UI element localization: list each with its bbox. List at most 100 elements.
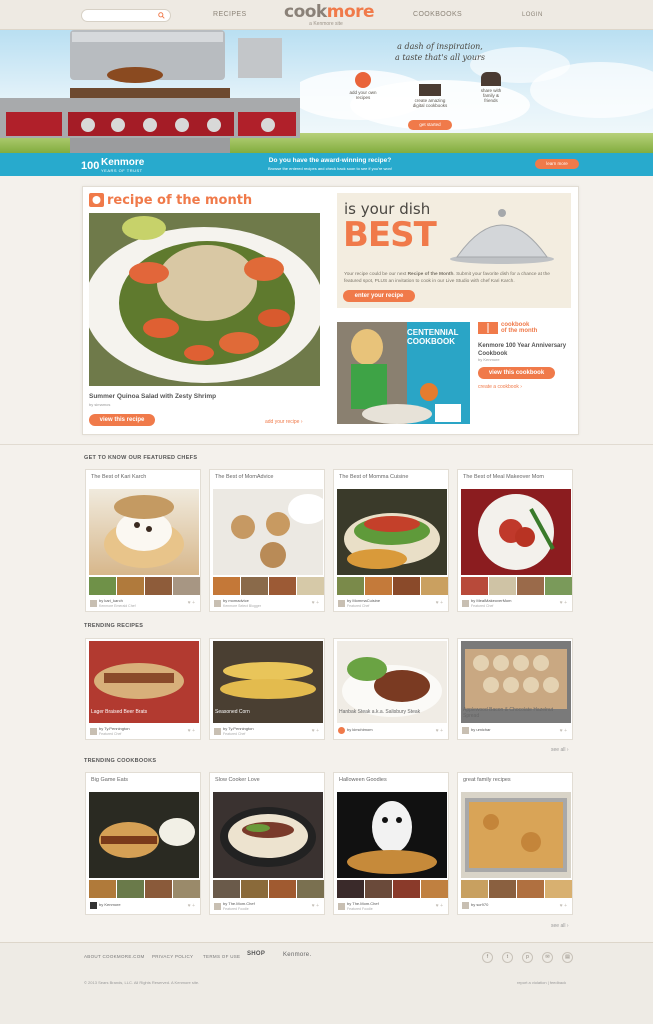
recipe-of-month-heading: recipe of the month	[89, 193, 252, 209]
cookbook-card-thumbnails[interactable]	[461, 880, 572, 898]
search-input[interactable]	[81, 9, 171, 22]
enter-recipe-button[interactable]: enter your recipe	[343, 290, 415, 302]
cookbook-card-thumbnails[interactable]	[89, 880, 200, 898]
recipe-card[interactable]: Seasoned Corn by Ty.Pennington Featured C…	[209, 638, 325, 740]
avatar[interactable]	[338, 600, 345, 607]
cookbook-card-image[interactable]	[337, 792, 447, 878]
cookmore-logo[interactable]: cookmore a Kenmore site	[284, 2, 375, 29]
avatar[interactable]	[214, 728, 221, 735]
view-cookbook-button[interactable]: view this cookbook	[478, 367, 555, 379]
centennial-cookbook-image[interactable]: CENTENNIAL COOKBOOK	[337, 322, 470, 424]
recipe-card[interactable]: Lager Braised Beer Brats by Ty.Penningto…	[85, 638, 201, 740]
cookbook-card-thumbnails[interactable]	[337, 880, 448, 898]
like-add-icons[interactable]: ♥ +	[560, 903, 567, 909]
grill-image	[0, 30, 300, 153]
copyright: © 2013 Sears Brands, LLC. All Rights Res…	[84, 980, 200, 985]
chef-card-thumbnails[interactable]	[213, 577, 324, 595]
pinterest-icon[interactable]: p	[522, 952, 533, 963]
like-add-icons[interactable]: ♥ +	[436, 728, 443, 734]
view-recipe-button[interactable]: view this recipe	[89, 414, 155, 426]
cookbook-card[interactable]: Big Game Eats by Kenmore ♥ +	[85, 772, 201, 915]
people-icon	[481, 72, 501, 86]
cookbook-card-image[interactable]	[89, 792, 199, 878]
like-add-icons[interactable]: ♥ +	[188, 600, 195, 606]
learn-more-button[interactable]: learn more	[535, 159, 579, 169]
recipe-card[interactable]: Hanbak Steak a.k.a. Salisbury Steak by k…	[333, 638, 449, 740]
recipe-card[interactable]: Applewood Bacon & Chocolate Hazelnut Spr…	[457, 638, 573, 740]
recipe-name[interactable]: Summer Quinoa Salad with Zesty Shrimp	[89, 393, 216, 400]
avatar[interactable]	[338, 727, 345, 734]
footer-about-link[interactable]: ABOUT COOKMORE.COM	[84, 954, 145, 959]
recipe-author[interactable]: by simamos	[89, 402, 110, 407]
chef-card-thumbnails[interactable]	[461, 577, 572, 595]
chef-card-image[interactable]	[337, 489, 447, 575]
chevron-right-icon: ›	[300, 419, 303, 425]
chef-card[interactable]: The Best of Momma Cuisine by MommaCuisin…	[333, 469, 449, 612]
cookbook-card[interactable]: great family recipes by scr970 ♥ +	[457, 772, 573, 915]
cookbook-name[interactable]: Kenmore 100 Year Anniversary Cookbook	[478, 342, 568, 358]
see-all-cookbooks-link[interactable]: see all ›	[551, 923, 569, 929]
add-recipe-link[interactable]: add your recipe ›	[265, 419, 303, 425]
like-add-icons[interactable]: ♥ +	[560, 600, 567, 606]
like-add-icons[interactable]: ♥ +	[312, 600, 319, 606]
chef-card[interactable]: The Best of MomAdvice by momadvice Kenmor…	[209, 469, 325, 612]
avatar[interactable]	[90, 600, 97, 607]
avatar[interactable]	[90, 902, 97, 909]
chef-card[interactable]: The Best of Meal Makeover Mom by MealMak…	[457, 469, 573, 612]
chef-card-thumbnails[interactable]	[89, 577, 200, 595]
search-icon[interactable]	[158, 12, 165, 19]
cookbook-author[interactable]: by Kenmore	[478, 357, 500, 362]
trending-recipes-heading: TRENDING RECIPES	[84, 623, 144, 629]
facebook-icon[interactable]: f	[482, 952, 493, 963]
avatar[interactable]	[214, 600, 221, 607]
chevron-right-icon: ›	[566, 923, 569, 929]
feedback-link[interactable]: feedback	[550, 980, 566, 985]
get-started-button[interactable]: get started	[408, 120, 452, 130]
like-add-icons[interactable]: ♥ +	[188, 903, 195, 909]
avatar[interactable]	[338, 903, 345, 910]
like-add-icons[interactable]: ♥ +	[312, 903, 319, 909]
chef-card[interactable]: The Best of Kari Karch by kari_karch Kenm…	[85, 469, 201, 612]
like-add-icons[interactable]: ♥ +	[436, 903, 443, 909]
chef-card-thumbnails[interactable]	[337, 577, 448, 595]
like-add-icons[interactable]: ♥ +	[560, 728, 567, 734]
hero-tagline-2: a taste that's all yours	[395, 53, 485, 62]
cookbook-card[interactable]: Halloween Goodies by The.Mom.Chef Feature…	[333, 772, 449, 915]
avatar[interactable]	[214, 903, 221, 910]
cookbook-card-thumbnails[interactable]	[213, 880, 324, 898]
avatar[interactable]	[90, 728, 97, 735]
like-add-icons[interactable]: ♥ +	[436, 600, 443, 606]
recipe-of-month-image[interactable]	[89, 213, 320, 386]
chevron-right-icon: ›	[520, 384, 522, 390]
cookbook-card-image[interactable]	[213, 792, 323, 878]
chef-card-image[interactable]	[461, 489, 571, 575]
twitter-icon[interactable]: t	[502, 952, 513, 963]
print-icon[interactable]: ▤	[562, 952, 573, 963]
see-all-recipes-link[interactable]: see all ›	[551, 747, 569, 753]
create-cookbook-link[interactable]: create a cookbook ›	[478, 384, 522, 390]
cookbook-card[interactable]: Slow Cooker Love by The.Mom.Chef Featured…	[209, 772, 325, 915]
nav-cookbooks-link[interactable]: COOKBOOKS	[413, 11, 462, 18]
chevron-right-icon: ›	[566, 747, 569, 753]
cookbook-card-image[interactable]	[461, 792, 571, 878]
email-icon[interactable]: ✉	[542, 952, 553, 963]
nav-login-link[interactable]: LOGIN	[522, 12, 543, 18]
plate-icon	[355, 72, 371, 88]
like-add-icons[interactable]: ♥ +	[312, 728, 319, 734]
report-violation-link[interactable]: report a violation	[517, 980, 547, 985]
avatar[interactable]	[462, 727, 469, 734]
hero-tagline-1: a dash of inspiration,	[397, 42, 483, 51]
chef-card-image[interactable]	[213, 489, 323, 575]
footer-shop-logo[interactable]: SHOP	[247, 951, 265, 957]
banner-message: Do you have the award-winning recipe? Br…	[268, 157, 392, 171]
chef-card-image[interactable]	[89, 489, 199, 575]
avatar[interactable]	[462, 902, 469, 909]
footer-kenmore-logo[interactable]: Kenmore.	[283, 952, 311, 958]
footer-terms-link[interactable]: TERMS OF USE	[203, 954, 240, 959]
logo-cook-text: cook	[284, 2, 327, 22]
like-add-icons[interactable]: ♥ +	[188, 728, 195, 734]
footer-privacy-link[interactable]: PRIVACY POLICY	[152, 954, 193, 959]
logo-more-text: more	[326, 2, 375, 22]
nav-recipes-link[interactable]: RECIPES	[213, 11, 247, 18]
avatar[interactable]	[462, 600, 469, 607]
